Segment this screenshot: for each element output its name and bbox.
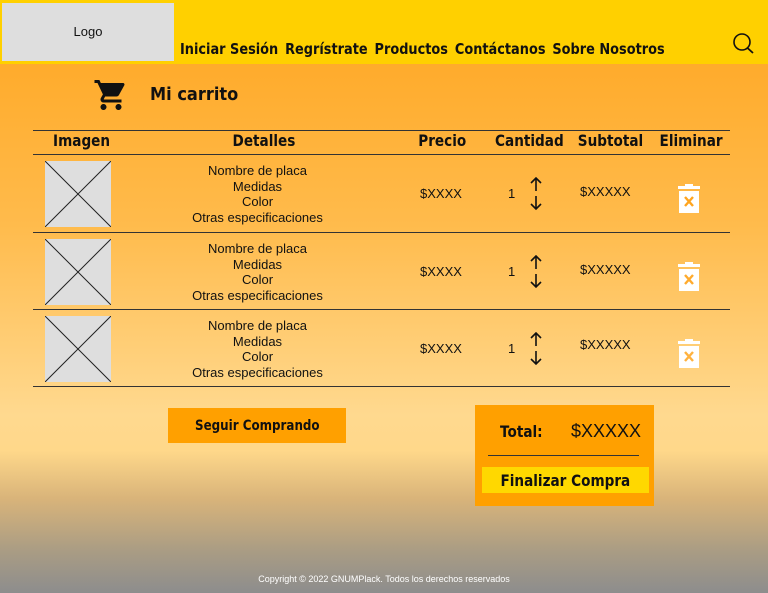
product-color: Color [241,272,274,287]
continue-shopping-button[interactable]: Seguir Comprando [168,408,346,443]
product-name: Nombre de placa [208,241,307,256]
delete-icon[interactable] [677,339,701,369]
quantity-value: 1 [508,341,516,356]
product-details: Nombre de placa Medidas Color Otras espe… [153,318,362,380]
footer-copyright: Copyright © 2022 GNUMPlack. Todos los de… [258,574,510,584]
quantity-stepper-icon[interactable] [528,255,544,289]
nav-contact[interactable]: Contáctanos [455,40,546,58]
logo[interactable]: Logo [2,3,174,61]
summary-divider [488,455,639,456]
column-header-details: Detalles [232,131,296,150]
nav-login[interactable]: Iniciar Sesión [180,40,278,58]
nav-register[interactable]: Regrístrate [285,40,368,58]
quantity-stepper-icon[interactable] [528,332,544,366]
product-image-placeholder [44,238,112,306]
page-title: Mi carrito [150,84,239,105]
product-color: Color [241,349,274,364]
product-image-placeholder [44,315,112,383]
product-specs: Otras especificaciones [192,287,323,303]
product-name: Nombre de placa [208,163,307,178]
checkout-button[interactable]: Finalizar Compra [482,467,649,493]
product-size: Medidas [232,178,283,194]
product-color: Color [241,194,274,209]
quantity-stepper-icon[interactable] [528,177,544,211]
product-subtotal: $XXXXX [580,262,631,277]
quantity-value: 1 [508,264,516,279]
product-subtotal: $XXXXX [580,184,631,199]
delete-icon[interactable] [677,184,701,214]
quantity-value: 1 [508,186,516,201]
search-icon[interactable] [732,33,754,55]
column-header-quantity: Cantidad [495,131,564,150]
table-row: Nombre de placa Medidas Color Otras espe… [33,232,730,310]
column-header-price: Precio [418,131,467,150]
product-price: $XXXX [420,186,462,201]
product-details: Nombre de placa Medidas Color Otras espe… [153,163,362,225]
order-summary: Total: $XXXXX Finalizar Compra [475,405,654,506]
main-nav: Iniciar Sesión Regrístrate Productos Con… [180,40,665,58]
product-price: $XXXX [420,264,462,279]
nav-about[interactable]: Sobre Nosotros [552,40,664,58]
product-size: Medidas [232,333,283,349]
product-details: Nombre de placa Medidas Color Otras espe… [153,241,362,303]
product-specs: Otras especificaciones [192,209,323,225]
table-row: Nombre de placa Medidas Color Otras espe… [33,154,730,232]
delete-icon[interactable] [677,262,701,292]
total-value: $XXXXX [571,421,642,441]
table-row: Nombre de placa Medidas Color Otras espe… [33,309,730,387]
shopping-cart-icon [94,80,125,110]
total-label: Total: [500,422,543,441]
column-header-delete: Eliminar [659,131,723,150]
table-bottom-divider [33,386,730,387]
product-name: Nombre de placa [208,318,307,333]
column-header-image: Imagen [53,131,111,150]
product-subtotal: $XXXXX [580,337,631,352]
product-specs: Otras especificaciones [192,364,323,380]
top-bar: Logo Iniciar Sesión Regrístrate Producto… [0,0,768,64]
product-price: $XXXX [420,341,462,356]
nav-products[interactable]: Productos [375,40,448,58]
column-header-subtotal: Subtotal [577,131,644,150]
product-size: Medidas [232,256,283,272]
product-image-placeholder [44,160,112,228]
